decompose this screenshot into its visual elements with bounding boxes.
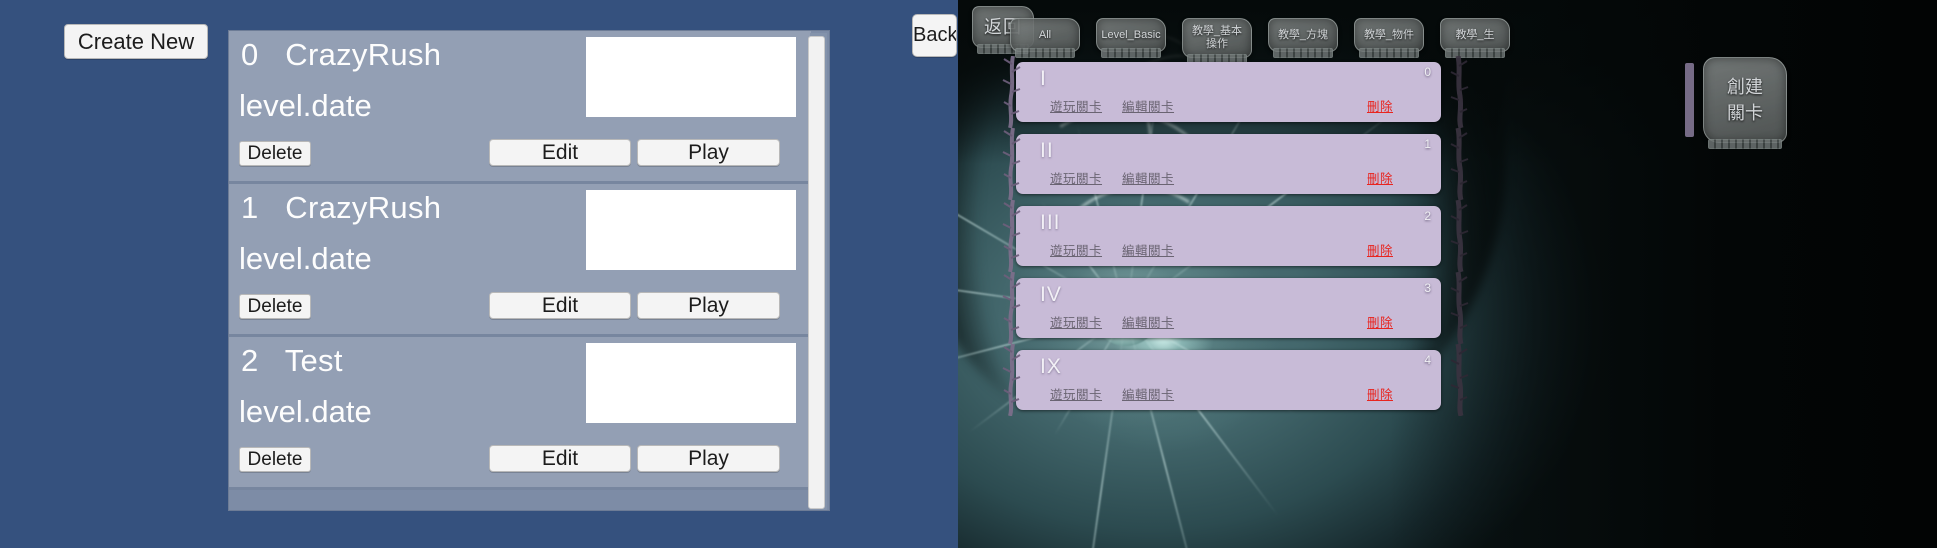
game-level-name: IV [1040,283,1062,306]
level-card-date: level.date [239,241,372,276]
game-delete-level-link[interactable]: 刪除 [1367,384,1393,403]
game-level-row: I 0 遊玩關卡 編輯關卡 刪除 [1002,56,1469,128]
game-edit-level-link[interactable]: 編輯關卡 [1122,312,1174,331]
level-delete-button[interactable]: Delete [239,141,311,166]
game-play-level-link[interactable]: 遊玩關卡 [1050,384,1102,403]
game-level-name: I [1040,67,1047,90]
game-delete-level-link[interactable]: 刪除 [1367,312,1393,331]
game-level-actions: 遊玩關卡 編輯關卡 [1050,384,1174,403]
game-delete-level-link[interactable]: 刪除 [1367,240,1393,259]
category-tab[interactable]: 教學_基本操作 [1182,18,1252,64]
level-card-thumbnail [586,190,796,270]
level-list-scrollbar-thumb[interactable] [808,36,825,509]
game-level-index: 0 [1424,65,1431,79]
create-level-button[interactable]: 創建 關卡 [1703,57,1787,149]
game-edit-level-link[interactable]: 編輯關卡 [1122,384,1174,403]
game-level-actions: 遊玩關卡 編輯關卡 [1050,312,1174,331]
category-tab[interactable]: Level_Basic [1096,18,1166,58]
level-list: 0 CrazyRush level.date Delete Edit Play 1 Cra… [229,31,811,490]
level-list-viewport: 0 CrazyRush level.date Delete Edit Play 1 Cra… [229,31,811,510]
create-level-label-line2: 關卡 [1727,103,1763,123]
level-edit-button[interactable]: Edit [489,292,631,319]
game-level-row: III 2 遊玩關卡 編輯關卡 刪除 [1002,200,1469,272]
game-level-index: 2 [1424,209,1431,223]
game-edit-level-link[interactable]: 編輯關卡 [1122,240,1174,259]
level-card-title: 0 CrazyRush [241,37,442,72]
game-level-name: IX [1040,355,1062,378]
category-tab[interactable]: 教學_生 [1440,18,1510,58]
game-level-actions: 遊玩關卡 編輯關卡 [1050,240,1174,259]
category-tab-bar: All Level_Basic 教學_基本操作 教學_方塊 教學_物件 教學_生 [1010,18,1526,64]
level-list-scrollbar-track[interactable] [808,33,827,510]
level-card-date: level.date [239,88,372,123]
level-delete-button[interactable]: Delete [239,447,311,472]
game-level-name: II [1040,139,1054,162]
game-play-level-link[interactable]: 遊玩關卡 [1050,312,1102,331]
game-level-row: IV 3 遊玩關卡 編輯關卡 刪除 [1002,272,1469,344]
game-level-index: 4 [1424,353,1431,367]
right-vignette [1388,0,1937,548]
level-card-title: 1 CrazyRush [241,190,442,225]
level-edit-button[interactable]: Edit [489,139,631,166]
game-level-actions: 遊玩關卡 編輯關卡 [1050,168,1174,187]
level-edit-button[interactable]: Edit [489,445,631,472]
game-delete-level-link[interactable]: 刪除 [1367,96,1393,115]
level-card: 0 CrazyRush level.date Delete Edit Play [229,31,811,184]
game-play-level-link[interactable]: 遊玩關卡 [1050,96,1102,115]
category-tab[interactable]: All [1010,18,1080,58]
category-tab[interactable]: 教學_方塊 [1268,18,1338,58]
game-level-row: II 1 遊玩關卡 編輯關卡 刪除 [1002,128,1469,200]
level-card: 2 Test level.date Delete Edit Play [229,337,811,490]
level-card-title: 2 Test [241,343,343,378]
editor-panel: Create New 0 CrazyRush level.date Delete Ed… [0,0,958,548]
game-edit-level-link[interactable]: 編輯關卡 [1122,168,1174,187]
game-play-level-link[interactable]: 遊玩關卡 [1050,168,1102,187]
level-list-panel: 0 CrazyRush level.date Delete Edit Play 1 Cra… [228,30,830,511]
game-level-index: 3 [1424,281,1431,295]
game-list-scrollbar-thumb[interactable] [1685,63,1694,137]
create-level-label-line1: 創建 [1727,77,1763,97]
game-level-actions: 遊玩關卡 編輯關卡 [1050,96,1174,115]
level-card-date: level.date [239,394,372,429]
game-edit-level-link[interactable]: 編輯關卡 [1122,96,1174,115]
back-button[interactable]: Back [912,14,957,57]
game-level-list: I 0 遊玩關卡 編輯關卡 刪除 II 1 遊玩關卡 編輯關卡 刪除 III 2 遊玩關卡 編輯關卡 刪除 I… [1002,56,1469,422]
screen-root: Create New 0 CrazyRush level.date Delete Ed… [0,0,1937,548]
level-card-thumbnail [586,37,796,117]
game-level-name: III [1040,211,1061,234]
level-card: 1 CrazyRush level.date Delete Edit Play [229,184,811,337]
level-play-button[interactable]: Play [637,292,780,319]
game-viewport: 返回 All Level_Basic 教學_基本操作 教學_方塊 教學_物件 教學_生 I… [958,0,1937,548]
game-level-index: 1 [1424,137,1431,151]
level-play-button[interactable]: Play [637,139,780,166]
game-play-level-link[interactable]: 遊玩關卡 [1050,240,1102,259]
create-new-button[interactable]: Create New [64,24,208,59]
level-card-thumbnail [586,343,796,423]
category-tab[interactable]: 教學_物件 [1354,18,1424,58]
game-delete-level-link[interactable]: 刪除 [1367,168,1393,187]
level-delete-button[interactable]: Delete [239,294,311,319]
game-level-row: IX 4 遊玩關卡 編輯關卡 刪除 [1002,344,1469,416]
level-play-button[interactable]: Play [637,445,780,472]
